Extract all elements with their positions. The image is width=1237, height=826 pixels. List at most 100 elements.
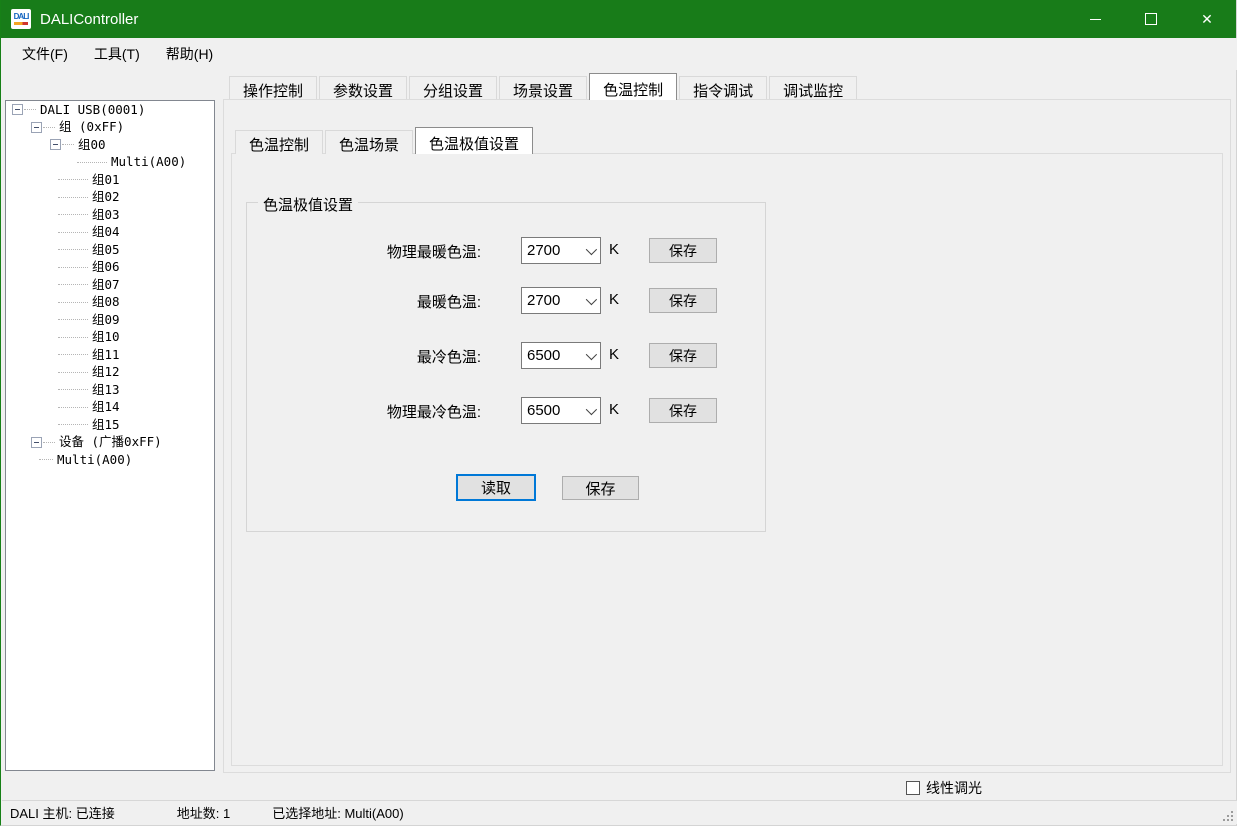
field-label: 物理最冷色温: [281,401,481,422]
minimize-button[interactable] [1072,0,1118,38]
tree-expander-icon[interactable] [31,122,42,133]
tree-item[interactable]: 组07 [6,276,214,294]
combobox-value: 6500 [527,402,560,419]
menu-item[interactable]: 文件(F) [10,38,80,70]
tree-item-label[interactable]: 组02 [90,189,122,205]
tree-item[interactable]: Multi(A00) [6,154,214,172]
tree-item[interactable]: 组03 [6,206,214,224]
host-status: DALI 主机: 已连接 [10,803,115,822]
tree-item[interactable]: 组04 [6,224,214,242]
kelvin-unit-label: K [609,346,619,363]
tree-item[interactable]: 组 (0xFF) [6,119,214,137]
main-tab-1[interactable]: 操作控制 [229,76,317,100]
tree-item[interactable]: 组12 [6,364,214,382]
tree-item-label[interactable]: 组10 [90,329,122,345]
field-label: 最暖色温: [281,291,481,312]
sub-tab-3[interactable]: 色温极值设置 [415,127,533,154]
maximize-button[interactable] [1128,0,1174,38]
tree-item-label[interactable]: 组14 [90,399,122,415]
tree-item-label[interactable]: 组07 [90,277,122,293]
tree-item[interactable]: 组10 [6,329,214,347]
minimize-icon [1090,19,1101,20]
app-window: DALI DALIController ✕ 文件(F)工具(T)帮助(H) DA… [0,0,1237,826]
tree-item[interactable]: 组08 [6,294,214,312]
window-title: DALIController [40,11,138,28]
main-tab-3[interactable]: 分组设置 [409,76,497,100]
chevron-down-icon [586,348,597,359]
tree-item-label[interactable]: 组15 [90,417,122,433]
menu-item[interactable]: 工具(T) [82,38,152,70]
selected-address: 已选择地址: Multi(A00) [272,803,403,822]
app-icon: DALI [11,9,31,29]
tree-item-label[interactable]: Multi(A00) [109,154,188,170]
tree-item-label[interactable]: 组11 [90,347,122,363]
tree-item-label[interactable]: 组00 [76,137,108,153]
tree-item[interactable]: 设备 (广播0xFF) [6,434,214,452]
tree-item[interactable]: 组14 [6,399,214,417]
tree-item-label[interactable]: Multi(A00) [55,452,134,468]
combobox-value: 2700 [527,242,560,259]
tree-item-label[interactable]: 组 (0xFF) [57,119,126,135]
tree-item[interactable]: 组05 [6,241,214,259]
tree-item[interactable]: 组13 [6,381,214,399]
main-tab-7[interactable]: 调试监控 [769,76,857,100]
row-save-button[interactable]: 保存 [649,288,717,313]
tree-item-label[interactable]: 组04 [90,224,122,240]
read-button[interactable]: 读取 [456,474,536,501]
close-icon: ✕ [1201,12,1213,26]
tree-item[interactable]: 组01 [6,171,214,189]
tree-item-label[interactable]: 组05 [90,242,122,258]
tree-item[interactable]: 组15 [6,416,214,434]
tree-item-label[interactable]: 组06 [90,259,122,275]
cct-value-combobox[interactable]: 6500 [521,342,601,369]
device-tree: DALI USB(0001)组 (0xFF)组00Multi(A00)组01组0… [5,100,215,771]
title-bar: DALI DALIController ✕ [1,0,1236,38]
cct-value-combobox[interactable]: 2700 [521,287,601,314]
tree-item-label[interactable]: 组08 [90,294,122,310]
tree-item[interactable]: DALI USB(0001) [6,101,214,119]
linear-dimming-checkbox[interactable] [906,781,920,795]
status-bar: DALI 主机: 已连接 地址数: 1 已选择地址: Multi(A00) [2,800,1237,824]
tree-item-label[interactable]: DALI USB(0001) [38,102,147,118]
sub-tab-2[interactable]: 色温场景 [325,130,413,154]
tree-item-label[interactable]: 组03 [90,207,122,223]
tree-item-label[interactable]: 组01 [90,172,122,188]
field-label: 物理最暖色温: [281,241,481,262]
combobox-value: 6500 [527,347,560,364]
tree-item[interactable]: Multi(A00) [6,451,214,469]
tree-item[interactable]: 组09 [6,311,214,329]
address-count: 地址数: 1 [177,803,230,822]
row-save-button[interactable]: 保存 [649,343,717,368]
close-button[interactable]: ✕ [1184,0,1230,38]
tree-item-label[interactable]: 组12 [90,364,122,380]
tree-item[interactable]: 组00 [6,136,214,154]
menu-item[interactable]: 帮助(H) [154,38,225,70]
tree-item[interactable]: 组06 [6,259,214,277]
sub-tab-1[interactable]: 色温控制 [235,130,323,154]
tree-expander-icon[interactable] [31,437,42,448]
main-tab-6[interactable]: 指令调试 [679,76,767,100]
tree-item[interactable]: 组11 [6,346,214,364]
main-tab-4[interactable]: 场景设置 [499,76,587,100]
save-all-button[interactable]: 保存 [562,476,639,500]
resize-grip-icon[interactable] [1221,809,1233,821]
cct-value-combobox[interactable]: 6500 [521,397,601,424]
tree-expander-icon[interactable] [12,104,23,115]
tree-item-label[interactable]: 组13 [90,382,122,398]
main-tab-5[interactable]: 色温控制 [589,73,677,100]
tree-item[interactable]: 组02 [6,189,214,207]
main-tab-2[interactable]: 参数设置 [319,76,407,100]
combobox-value: 2700 [527,292,560,309]
tree-item-label[interactable]: 设备 (广播0xFF) [57,434,164,450]
field-label: 最冷色温: [281,346,481,367]
row-save-button[interactable]: 保存 [649,398,717,423]
tree-item-label[interactable]: 组09 [90,312,122,328]
chevron-down-icon [586,293,597,304]
tree-expander-icon[interactable] [50,139,61,150]
sub-tab-strip: 色温控制色温场景色温极值设置 [235,128,535,154]
kelvin-unit-label: K [609,241,619,258]
maximize-icon [1145,13,1157,25]
cct-value-combobox[interactable]: 2700 [521,237,601,264]
kelvin-unit-label: K [609,401,619,418]
row-save-button[interactable]: 保存 [649,238,717,263]
